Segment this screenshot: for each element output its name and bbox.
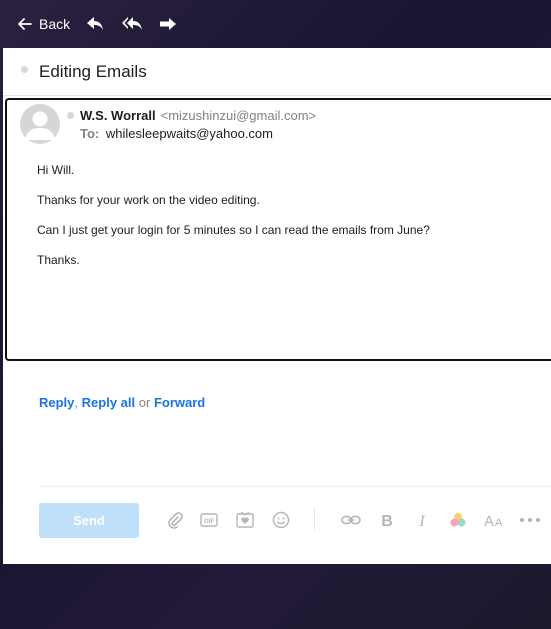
subject-row: Editing Emails xyxy=(3,48,551,96)
gif-button[interactable]: GIF xyxy=(200,511,218,534)
gif-icon: GIF xyxy=(200,513,218,527)
italic-button[interactable]: I xyxy=(414,511,430,534)
body-paragraph: Thanks for your work on the video editin… xyxy=(37,193,260,207)
reply-icon xyxy=(87,17,104,30)
reply-button[interactable] xyxy=(86,16,104,32)
message-toolbar: Back xyxy=(0,0,551,48)
reply-all-button[interactable] xyxy=(121,16,143,32)
toolbar-divider xyxy=(314,508,315,530)
forward-button[interactable] xyxy=(159,17,177,31)
back-arrow-icon xyxy=(18,18,32,30)
back-label: Back xyxy=(39,16,71,32)
body-paragraph: Thanks. xyxy=(37,253,80,267)
sticker-icon xyxy=(236,511,254,528)
subject-title: Editing Emails xyxy=(39,61,147,81)
bold-button[interactable]: B xyxy=(379,511,395,534)
attach-button[interactable] xyxy=(166,511,184,534)
forward-link[interactable]: Forward xyxy=(154,395,205,410)
svg-text:A: A xyxy=(484,513,494,529)
forward-icon xyxy=(160,18,177,30)
link-button[interactable] xyxy=(341,511,361,534)
color-icon xyxy=(450,513,466,527)
reply-options: Reply, Reply all or Forward xyxy=(39,395,205,410)
more-options-button[interactable] xyxy=(519,511,541,534)
avatar xyxy=(20,104,60,144)
body-paragraph: Hi Will. xyxy=(37,163,75,177)
composer-divider xyxy=(39,486,551,487)
recipient-email[interactable]: whilesleepwaits@yahoo.com xyxy=(106,126,273,141)
message-body: Hi Will. Thanks for your work on the vid… xyxy=(37,164,430,284)
more-icon xyxy=(520,518,540,522)
separator-comma: , xyxy=(74,395,79,410)
reply-link[interactable]: Reply xyxy=(39,395,74,410)
sender-email[interactable]: <mizushinzui@gmail.com> xyxy=(161,108,317,123)
text-color-button[interactable] xyxy=(448,511,468,534)
body-paragraph: Can I just get your login for 5 minutes … xyxy=(37,223,430,237)
or-text: or xyxy=(138,395,151,410)
sticker-button[interactable] xyxy=(236,511,254,534)
sender-name[interactable]: W.S. Worrall xyxy=(80,108,156,123)
svg-text:GIF: GIF xyxy=(204,519,214,525)
desktop-background-bottom xyxy=(0,564,551,629)
recipient-line: To: whilesleepwaits@yahoo.com xyxy=(80,126,273,141)
emoji-icon xyxy=(272,511,290,529)
reply-all-link[interactable]: Reply all xyxy=(82,395,135,410)
send-button[interactable]: Send xyxy=(39,503,139,538)
svg-text:A: A xyxy=(495,517,503,529)
unread-dot-icon xyxy=(21,66,28,73)
font-size-icon: A A xyxy=(484,513,503,530)
italic-icon: I xyxy=(418,513,425,530)
emoji-button[interactable] xyxy=(272,511,290,534)
avatar-person-icon xyxy=(25,111,55,140)
to-label: To: xyxy=(80,126,100,141)
bold-icon: B xyxy=(381,513,393,530)
link-icon xyxy=(341,515,361,525)
svg-text:B: B xyxy=(381,513,393,529)
status-dot-icon xyxy=(67,112,74,119)
sender-line: W.S. Worrall <mizushinzui@gmail.com> xyxy=(67,108,316,123)
message-panel: Editing Emails W.S. Worrall <mizushinzui… xyxy=(3,48,551,564)
attach-icon xyxy=(168,512,183,529)
back-button[interactable]: Back xyxy=(18,16,70,32)
message-card[interactable]: W.S. Worrall <mizushinzui@gmail.com> To:… xyxy=(5,98,551,361)
font-size-button[interactable]: A A xyxy=(483,511,505,534)
svg-text:I: I xyxy=(418,513,425,529)
reply-all-icon xyxy=(122,17,143,30)
